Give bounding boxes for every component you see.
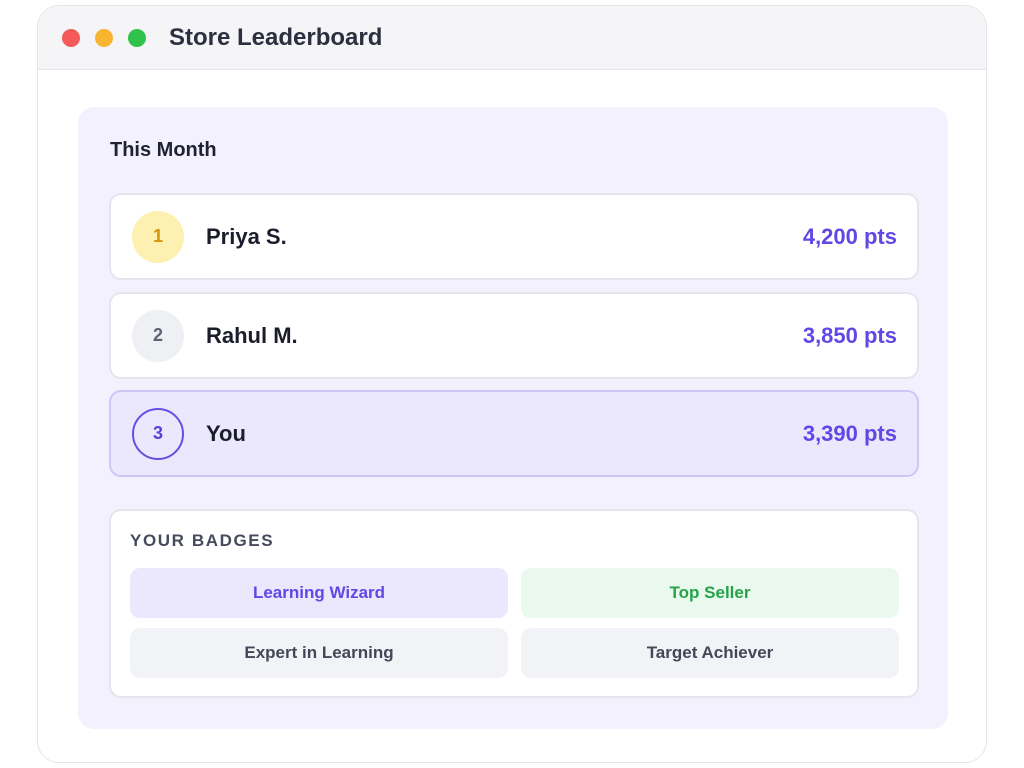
player-points: 3,850 pts xyxy=(802,322,897,348)
rank-badge: 3 xyxy=(132,407,184,460)
player-name: Priya S. xyxy=(206,223,287,249)
rank-badge: 1 xyxy=(132,210,184,263)
window-title: Store Leaderboard xyxy=(169,23,383,51)
badges-card: YOUR BADGES Learning Wizard Top Seller E… xyxy=(109,509,919,698)
leaderboard-row-current-user[interactable]: 3 You 3,390 pts xyxy=(109,390,919,477)
leaderboard-row[interactable]: 1 Priya S. 4,200 pts xyxy=(109,193,919,280)
title-bar: Store Leaderboard xyxy=(38,6,986,70)
player-name: Rahul M. xyxy=(206,322,298,348)
badge-learning-wizard[interactable]: Learning Wizard xyxy=(130,568,508,618)
maximize-window-button[interactable] xyxy=(128,28,146,47)
rank-badge: 2 xyxy=(132,309,184,362)
period-label: This Month xyxy=(110,139,217,161)
leaderboard-row[interactable]: 2 Rahul M. 3,850 pts xyxy=(109,292,919,379)
badge-expert-in-learning[interactable]: Expert in Learning xyxy=(130,628,508,678)
player-points: 4,200 pts xyxy=(802,223,897,249)
close-window-button[interactable] xyxy=(62,28,80,47)
player-name: You xyxy=(206,420,246,446)
badge-top-seller[interactable]: Top Seller xyxy=(521,568,899,618)
player-points: 3,390 pts xyxy=(802,420,897,446)
badges-heading: YOUR BADGES xyxy=(130,531,275,550)
badge-target-achiever[interactable]: Target Achiever xyxy=(521,628,899,678)
minimize-window-button[interactable] xyxy=(95,28,113,47)
leaderboard-panel: This Month 1 Priya S. 4,200 pts 2 Rahul … xyxy=(78,107,948,729)
app-window: Store Leaderboard This Month 1 Priya S. … xyxy=(37,5,987,763)
